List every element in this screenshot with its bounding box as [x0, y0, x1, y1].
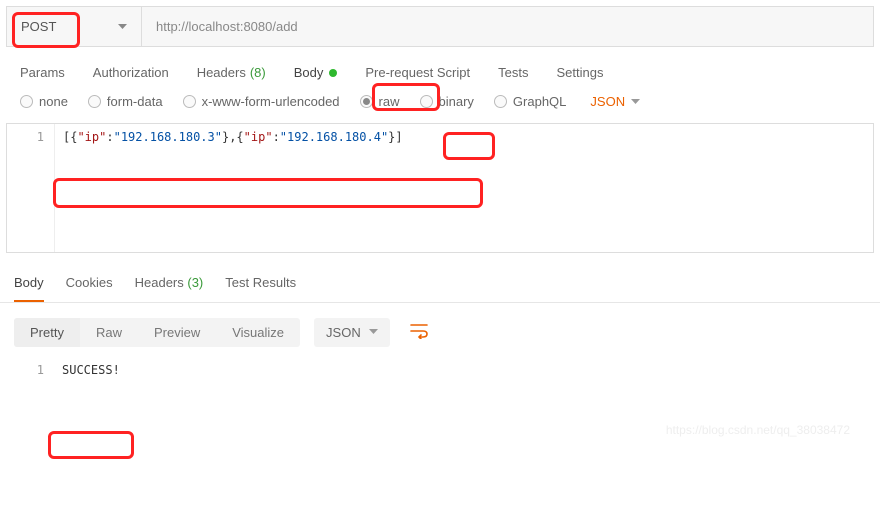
- wrap-icon: [410, 323, 428, 342]
- radio-icon: [494, 95, 507, 108]
- request-tabs: Params Authorization Headers (8) Body Pr…: [0, 47, 880, 94]
- tab-params[interactable]: Params: [20, 65, 65, 80]
- response-body-editor[interactable]: 1 SUCCESS!: [14, 357, 866, 383]
- body-type-none[interactable]: none: [20, 94, 68, 109]
- response-type-select[interactable]: JSON: [314, 318, 390, 347]
- radio-icon: [420, 95, 433, 108]
- body-type-formdata[interactable]: form-data: [88, 94, 163, 109]
- chevron-down-icon: [369, 329, 378, 335]
- editor-code: [{"ip":"192.168.180.3"},{"ip":"192.168.1…: [55, 124, 411, 252]
- view-preview-button[interactable]: Preview: [138, 318, 216, 347]
- editor-gutter: 1: [14, 357, 54, 383]
- radio-icon: [20, 95, 33, 108]
- body-type-raw[interactable]: raw: [360, 94, 400, 109]
- view-visualize-button[interactable]: Visualize: [216, 318, 300, 347]
- tab-authorization[interactable]: Authorization: [93, 65, 169, 80]
- http-method-label: POST: [21, 19, 56, 34]
- tab-prerequest[interactable]: Pre-request Script: [365, 65, 470, 80]
- line-number: 1: [14, 363, 44, 377]
- resp-headers-count: (3): [187, 275, 203, 290]
- resp-tab-testresults[interactable]: Test Results: [225, 275, 296, 302]
- editor-gutter: 1: [7, 124, 55, 252]
- body-lang-label: JSON: [590, 94, 625, 109]
- wrap-lines-button[interactable]: [404, 317, 434, 347]
- radio-selected-icon: [360, 95, 373, 108]
- view-pretty-button[interactable]: Pretty: [14, 318, 80, 347]
- view-raw-button[interactable]: Raw: [80, 318, 138, 347]
- body-raw-language-select[interactable]: JSON: [590, 94, 640, 109]
- response-view-row: Pretty Raw Preview Visualize JSON: [0, 303, 880, 357]
- request-body-editor[interactable]: 1 [{"ip":"192.168.180.3"},{"ip":"192.168…: [6, 123, 874, 253]
- chevron-down-icon: [631, 99, 640, 105]
- url-input[interactable]: [142, 7, 873, 46]
- body-type-row: none form-data x-www-form-urlencoded raw…: [0, 94, 880, 123]
- radio-icon: [183, 95, 196, 108]
- tab-body[interactable]: Body: [294, 65, 338, 80]
- body-type-binary[interactable]: binary: [420, 94, 474, 109]
- resp-tab-cookies[interactable]: Cookies: [66, 275, 113, 302]
- resp-tab-headers[interactable]: Headers (3): [135, 275, 204, 302]
- tab-settings[interactable]: Settings: [556, 65, 603, 80]
- chevron-down-icon: [118, 24, 127, 30]
- tab-tests[interactable]: Tests: [498, 65, 528, 80]
- line-number: 1: [7, 130, 44, 144]
- response-body-text: SUCCESS!: [54, 357, 128, 383]
- response-tabs: Body Cookies Headers (3) Test Results: [0, 253, 880, 303]
- tab-headers[interactable]: Headers (8): [197, 65, 266, 80]
- body-type-xwww[interactable]: x-www-form-urlencoded: [183, 94, 340, 109]
- radio-icon: [88, 95, 101, 108]
- tab-body-label: Body: [294, 65, 324, 80]
- response-type-label: JSON: [326, 325, 361, 340]
- body-type-graphql[interactable]: GraphQL: [494, 94, 566, 109]
- watermark: https://blog.csdn.net/qq_38038472: [0, 383, 880, 447]
- body-active-indicator-icon: [329, 69, 337, 77]
- headers-count: (8): [250, 65, 266, 80]
- view-mode-group: Pretty Raw Preview Visualize: [14, 318, 300, 347]
- tab-headers-label: Headers: [197, 65, 246, 80]
- http-method-select[interactable]: POST: [7, 7, 142, 46]
- resp-tab-body[interactable]: Body: [14, 275, 44, 302]
- resp-headers-label: Headers: [135, 275, 184, 290]
